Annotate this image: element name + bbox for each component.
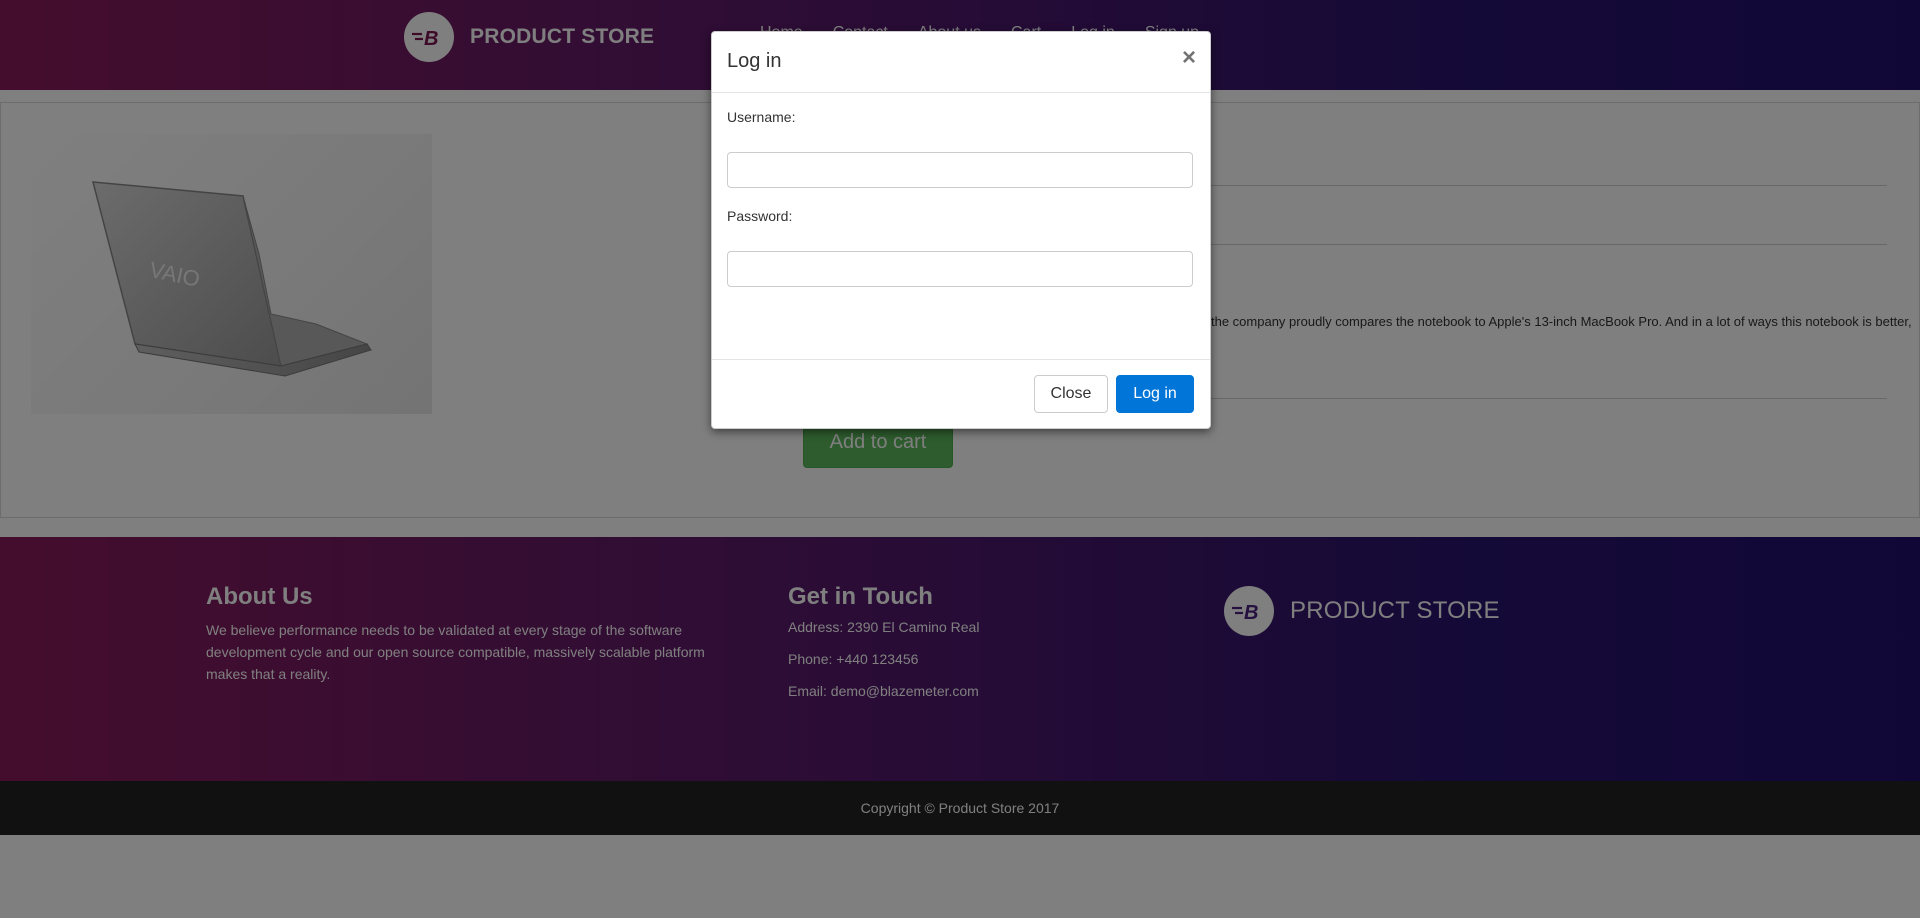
login-button[interactable]: Log in — [1116, 375, 1194, 413]
login-modal: Log in × Username: Password: Close Log i… — [711, 31, 1211, 429]
password-label: Password: — [727, 208, 793, 224]
modal-footer: Close Log in — [712, 359, 1210, 428]
close-button[interactable]: Close — [1034, 375, 1108, 413]
modal-header: Log in × — [712, 32, 1210, 93]
username-label: Username: — [727, 109, 796, 125]
modal-title: Log in — [727, 50, 782, 72]
username-input[interactable] — [727, 152, 1193, 188]
password-input[interactable] — [727, 251, 1193, 287]
close-icon[interactable]: × — [1182, 46, 1196, 70]
